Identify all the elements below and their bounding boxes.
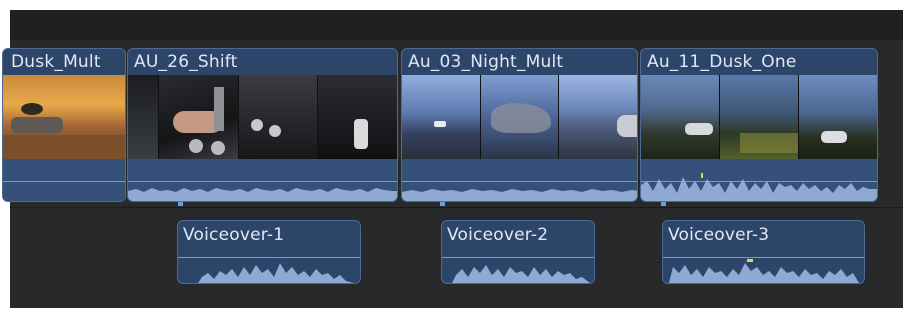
audio-waveform xyxy=(128,188,397,201)
clip-title: Au_03_Night_Mult xyxy=(408,52,564,72)
timeline-ruler[interactable] xyxy=(10,10,903,40)
video-clip-au-26-shift[interactable]: AU_26_Shift xyxy=(127,48,398,202)
clip-filmstrip xyxy=(641,75,877,159)
video-thumbnail xyxy=(238,75,319,159)
video-thumbnail xyxy=(720,75,799,159)
clip-audio-track xyxy=(402,159,637,201)
voiceover-clip-1[interactable]: Voiceover-1 xyxy=(177,220,361,284)
video-clip-au-03-night-mult[interactable]: Au_03_Night_Mult xyxy=(401,48,638,202)
video-thumbnail xyxy=(128,75,159,159)
video-thumbnail xyxy=(159,75,239,159)
clip-title: Dusk_Mult xyxy=(11,52,101,72)
audio-waveform xyxy=(198,263,354,283)
audio-waveform xyxy=(402,189,637,201)
audio-level-line xyxy=(3,181,125,182)
audio-waveform xyxy=(641,173,877,201)
video-thumbnail xyxy=(3,75,125,159)
clip-filmstrip xyxy=(3,75,125,159)
clip-title: AU_26_Shift xyxy=(134,52,238,72)
video-clip-dusk-mult[interactable]: Dusk_Mult xyxy=(2,48,126,202)
video-thumbnail xyxy=(799,75,877,159)
clip-title: Au_11_Dusk_One xyxy=(647,52,797,72)
clip-title: Voiceover-2 xyxy=(447,225,549,245)
clip-title: Voiceover-3 xyxy=(668,225,770,245)
voiceover-clip-2[interactable]: Voiceover-2 xyxy=(441,220,595,284)
clip-audio-track xyxy=(641,159,877,201)
video-thumbnail xyxy=(402,75,481,159)
video-thumbnail xyxy=(480,75,560,159)
video-thumbnail xyxy=(559,75,637,159)
video-clip-au-11-dusk-one[interactable]: Au_11_Dusk_One xyxy=(640,48,878,202)
video-thumbnail xyxy=(318,75,397,159)
clip-title: Voiceover-1 xyxy=(183,225,285,245)
audio-waveform xyxy=(452,265,590,283)
clip-audio-track xyxy=(3,159,125,201)
connection-marker[interactable] xyxy=(178,202,183,206)
audio-waveform xyxy=(669,259,859,283)
track-divider xyxy=(10,207,903,208)
clip-audio-track xyxy=(128,159,397,201)
clip-filmstrip xyxy=(402,75,637,159)
connection-marker[interactable] xyxy=(440,202,445,206)
connection-marker[interactable] xyxy=(661,202,666,206)
video-thumbnail xyxy=(641,75,720,159)
clip-filmstrip xyxy=(128,75,397,159)
timeline[interactable]: Dusk_Mult AU_26_Shift Au_03_Night_Mult A… xyxy=(2,10,903,308)
voiceover-clip-3[interactable]: Voiceover-3 xyxy=(662,220,865,284)
